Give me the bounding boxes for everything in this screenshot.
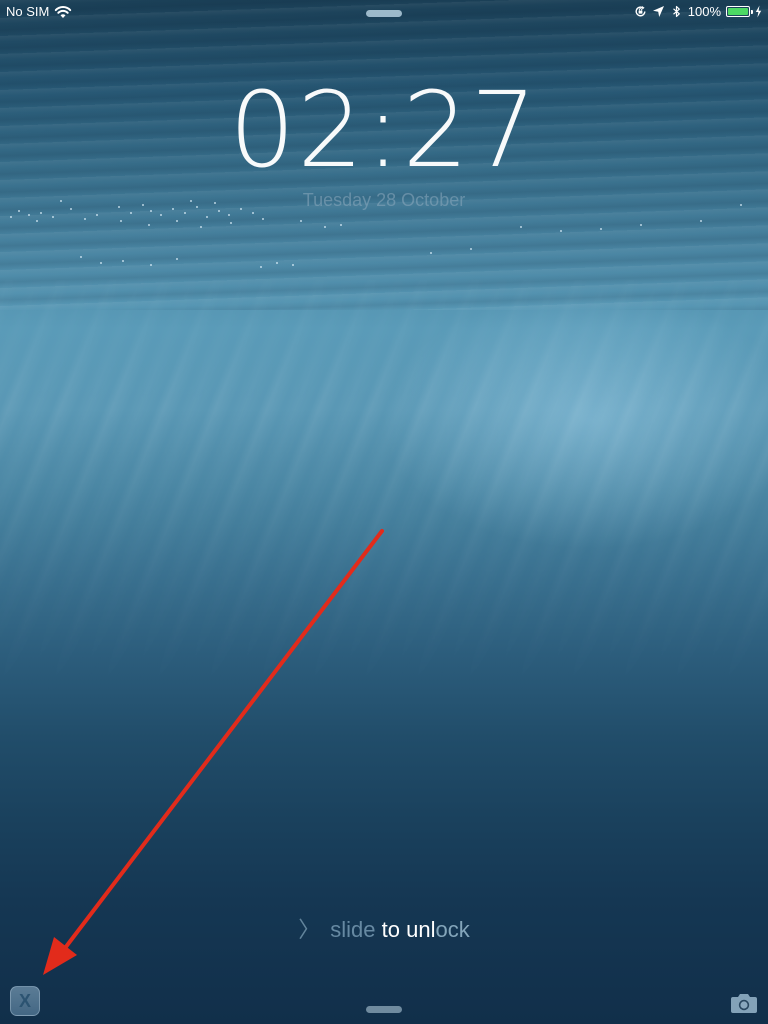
bubble <box>700 220 702 222</box>
bubble <box>470 248 472 250</box>
bubble <box>184 212 186 214</box>
bubble <box>228 214 230 216</box>
bubble <box>520 226 522 228</box>
bubble <box>300 220 302 222</box>
lock-screen: No SIM 100% 02:27 Tuesday 28 October 〉 s… <box>0 0 768 1024</box>
bubble <box>430 252 432 254</box>
bubble <box>28 214 30 216</box>
bubble <box>262 218 264 220</box>
bubble <box>600 228 602 230</box>
wifi-icon <box>55 5 72 18</box>
bubble <box>52 216 54 218</box>
bubble <box>340 224 342 226</box>
bubble <box>130 212 132 214</box>
rotation-lock-icon <box>635 6 646 17</box>
bubble <box>260 266 262 268</box>
suggested-app-icon[interactable]: X <box>10 986 40 1016</box>
battery-icon <box>726 6 753 17</box>
charging-icon <box>755 5 762 18</box>
bubble <box>252 212 254 214</box>
bubble <box>206 216 208 218</box>
bubble <box>560 230 562 232</box>
bubble <box>324 226 326 228</box>
status-icons-group: 100% <box>634 4 762 19</box>
camera-icon[interactable] <box>730 992 758 1014</box>
bubble <box>84 218 86 220</box>
bluetooth-icon <box>672 5 680 18</box>
app-badge-glyph: X <box>18 990 31 1011</box>
carrier-label: No SIM <box>6 4 50 19</box>
bubble <box>160 214 162 216</box>
battery-percent: 100% <box>687 4 721 19</box>
bubble <box>122 260 124 262</box>
bubble <box>80 256 82 258</box>
bubble <box>292 264 294 266</box>
bubble <box>120 220 122 222</box>
bubble <box>230 222 232 224</box>
carrier-group: No SIM <box>6 4 72 19</box>
unlock-text-part-b: to unl <box>375 917 436 942</box>
bubble <box>100 262 102 264</box>
light-rays-background <box>0 280 768 700</box>
lock-clock: 02:27 <box>229 69 539 191</box>
battery-fill <box>728 8 748 15</box>
bubble <box>10 216 12 218</box>
chevron-right-icon: 〉 <box>298 917 321 942</box>
bubble <box>276 262 278 264</box>
control-center-grabber[interactable] <box>366 1006 402 1013</box>
bubble <box>96 214 98 216</box>
notification-center-grabber[interactable] <box>366 10 402 17</box>
lock-date: Tuesday 28 October <box>302 190 466 210</box>
bubble <box>148 224 150 226</box>
unlock-text-part-c: ock <box>435 917 470 942</box>
unlock-text-part-a: slide <box>330 917 376 942</box>
slide-to-unlock[interactable]: 〉 slide to unlock <box>0 912 768 944</box>
status-bar: No SIM 100% <box>0 0 768 24</box>
battery-tip <box>751 10 753 14</box>
bubble <box>176 258 178 260</box>
bubble <box>150 264 152 266</box>
location-icon <box>652 6 664 17</box>
bubble <box>36 220 38 222</box>
bubble <box>200 226 202 228</box>
bubble <box>40 212 42 214</box>
bubble <box>176 220 178 222</box>
bubble <box>640 224 642 226</box>
